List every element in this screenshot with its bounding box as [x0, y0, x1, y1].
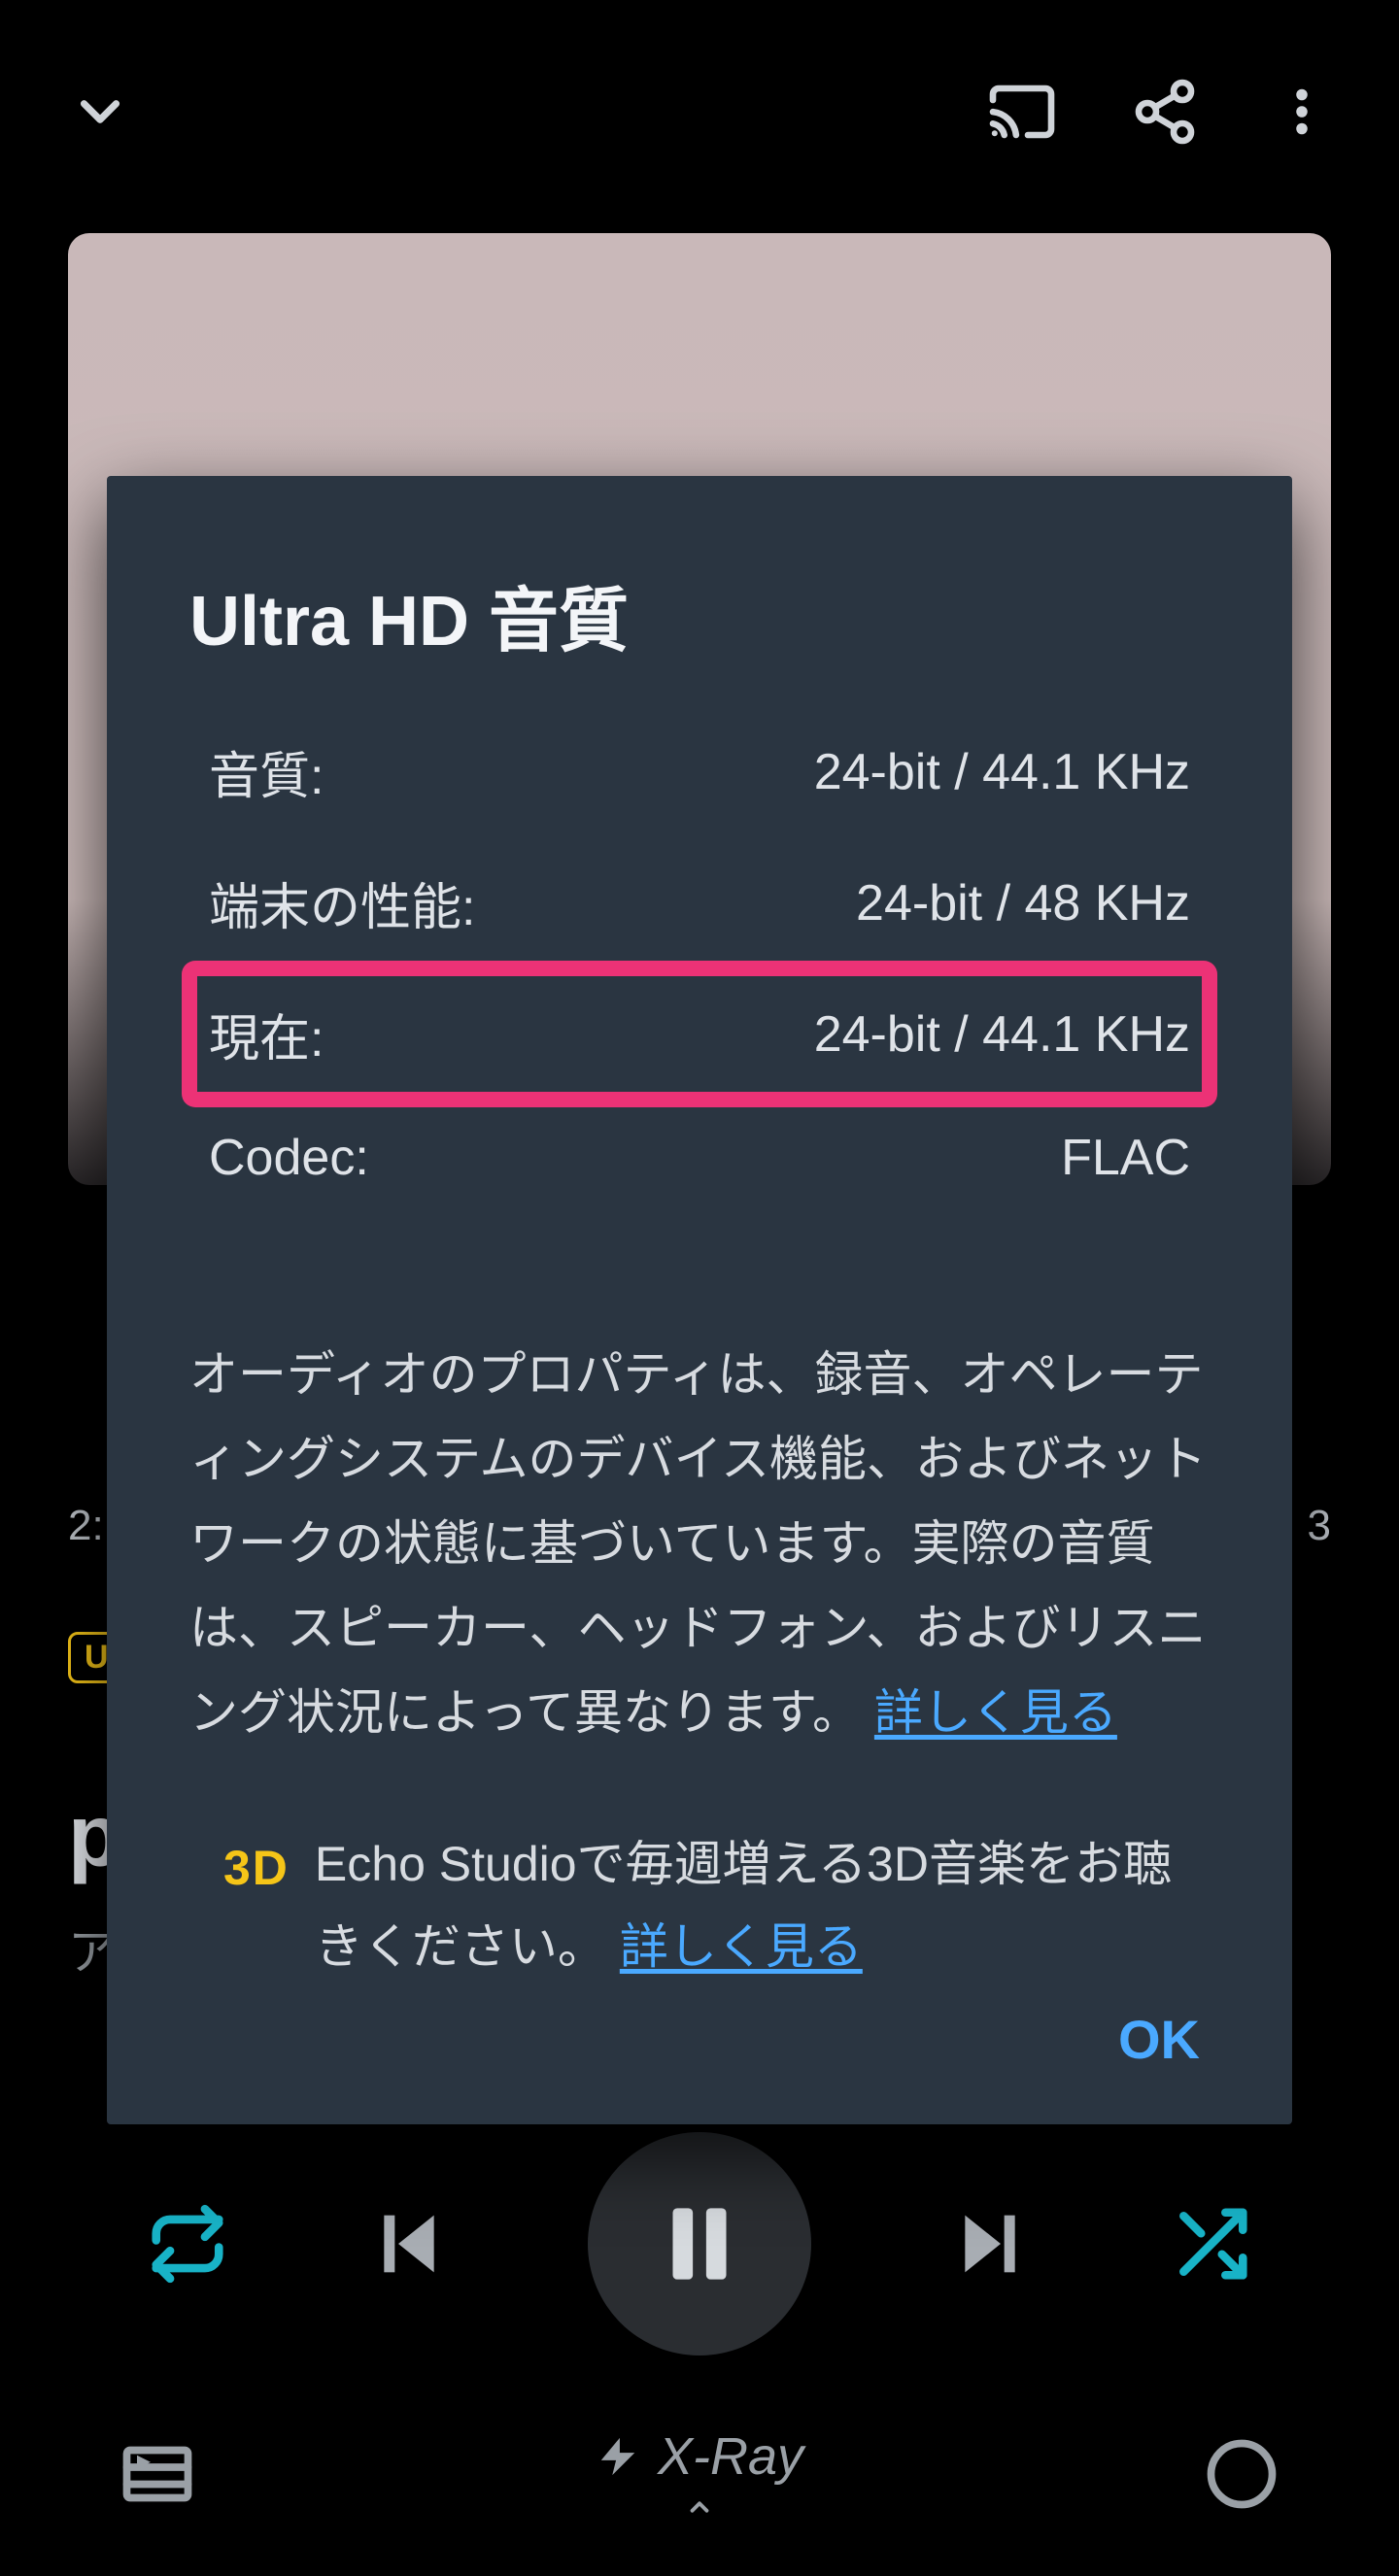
time-elapsed: 2:: [68, 1502, 104, 1550]
row-label: 端末の性能:: [209, 866, 475, 939]
queue-icon[interactable]: [117, 2433, 198, 2515]
bottom-bar: X-Ray: [0, 2372, 1399, 2576]
ok-button[interactable]: OK: [1109, 1988, 1210, 2090]
chevron-up-icon: [674, 2492, 725, 2522]
cast-icon[interactable]: [987, 77, 1057, 147]
repeat-icon[interactable]: [146, 2202, 229, 2286]
row-device-capability: 端末の性能: 24-bit / 48 KHz: [189, 837, 1210, 968]
row-value: 24-bit / 44.1 KHz: [814, 1005, 1190, 1064]
row-current: 現在: 24-bit / 44.1 KHz: [189, 968, 1210, 1100]
xray-label: X-Ray: [658, 2426, 803, 2487]
alexa-icon[interactable]: [1201, 2433, 1282, 2515]
bolt-icon: [596, 2434, 640, 2479]
share-icon[interactable]: [1130, 77, 1200, 147]
collapse-icon[interactable]: [68, 80, 132, 144]
three-d-promo: 3D Echo Studioで毎週増える3D音楽をお聴きください。 詳しく見る: [189, 1823, 1210, 1988]
quality-rows: 音質: 24-bit / 44.1 KHz 端末の性能: 24-bit / 48…: [189, 706, 1210, 1216]
row-label: 音質:: [209, 735, 324, 808]
row-label: Codec:: [209, 1129, 369, 1187]
more-icon[interactable]: [1273, 77, 1331, 147]
row-label: 現在:: [209, 998, 324, 1070]
dialog-description: オーディオのプロパティは、録音、オペレーティングシステムのデバイス機能、およびネ…: [189, 1333, 1210, 1755]
next-track-icon[interactable]: [947, 2201, 1033, 2287]
player-header: [0, 0, 1399, 223]
time-total: 3: [1308, 1502, 1331, 1550]
learn-more-link[interactable]: 詳しく見る: [874, 1685, 1117, 1740]
audio-quality-dialog: Ultra HD 音質 音質: 24-bit / 44.1 KHz 端末の性能:…: [107, 476, 1292, 2124]
pause-icon: [646, 2190, 753, 2297]
row-quality: 音質: 24-bit / 44.1 KHz: [189, 706, 1210, 837]
dialog-title: Ultra HD 音質: [189, 563, 1210, 665]
row-value: 24-bit / 44.1 KHz: [814, 743, 1190, 801]
row-value: FLAC: [1061, 1129, 1190, 1187]
row-codec: Codec: FLAC: [189, 1100, 1210, 1216]
previous-track-icon[interactable]: [366, 2201, 452, 2287]
three-d-badge: 3D: [223, 1823, 290, 1988]
xray-button[interactable]: X-Ray: [596, 2426, 803, 2522]
play-pause-button[interactable]: [588, 2132, 811, 2356]
transport-controls: [0, 2118, 1399, 2370]
row-value: 24-bit / 48 KHz: [856, 874, 1190, 932]
shuffle-icon[interactable]: [1170, 2202, 1253, 2286]
three-d-learn-more-link[interactable]: 詳しく見る: [620, 1919, 863, 1974]
